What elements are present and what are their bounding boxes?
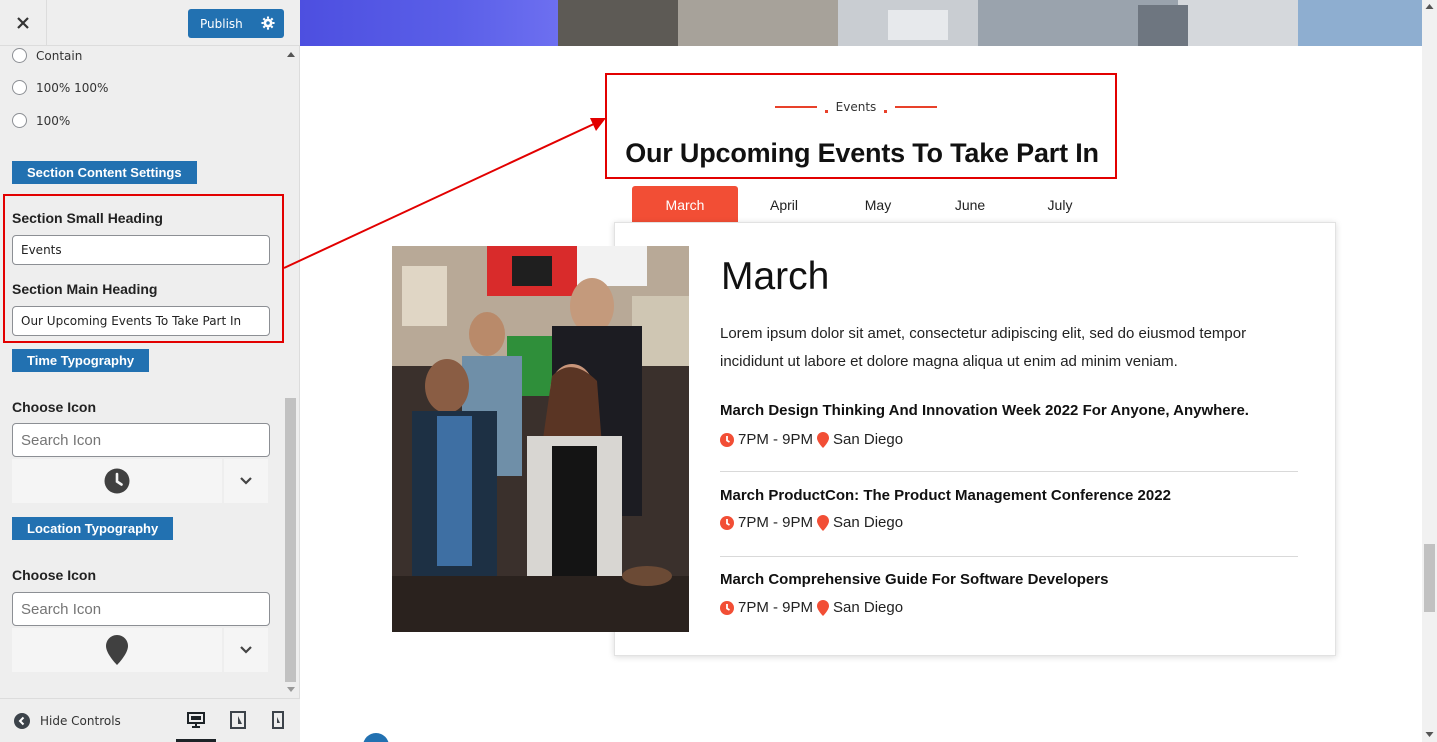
radio-button[interactable] [12,80,27,95]
close-icon [17,17,29,29]
publish-button[interactable]: Publish [188,9,284,38]
map-marker-icon [817,514,830,531]
choose-icon-label: Choose Icon [12,567,97,583]
annotation-highlight-box [3,194,284,343]
event-time: 7PM - 9PM [738,431,814,448]
event-meta: 7PM - 9PM San Diego [720,514,903,531]
event-divider [720,556,1298,557]
time-icon-preview [12,459,222,503]
event-location: San Diego [833,514,904,531]
chevron-down-icon [240,646,252,654]
heading-decor-dot [824,109,828,113]
scroll-down-arrow[interactable] [286,686,296,694]
tab-july[interactable]: July [1020,186,1100,223]
radio-button[interactable] [12,113,27,128]
tab-june[interactable]: June [930,186,1010,223]
heading-decor-dot [884,109,888,113]
choose-icon-label: Choose Icon [12,399,97,415]
event-title[interactable]: March Design Thinking And Innovation Wee… [720,402,1249,419]
clock-icon [720,600,734,615]
time-icon-search-input[interactable] [12,423,270,457]
page-scrollbar-thumb[interactable] [1424,544,1435,612]
radio-100[interactable]: 100% [12,113,70,128]
tab-march[interactable]: March [632,186,738,223]
tab-may[interactable]: May [838,186,918,223]
desktop-icon[interactable] [187,711,205,729]
small-heading-text: Events [835,100,877,114]
radio-button[interactable] [12,48,27,63]
tab-april[interactable]: April [744,186,824,223]
arrow-left-circle-icon [14,713,30,729]
scroll-up-arrow[interactable] [1425,3,1434,10]
chevron-down-icon [240,477,252,485]
gear-icon[interactable] [261,16,275,30]
tablet-icon[interactable] [229,711,247,729]
scroll-to-top-button[interactable] [363,733,389,742]
map-marker-icon [106,635,128,665]
hide-controls-button[interactable]: Hide Controls [14,713,121,729]
radio-contain[interactable]: Contain [12,48,82,63]
event-divider [720,471,1298,472]
sidebar-scrollbar[interactable] [285,398,296,682]
month-description: Lorem ipsum dolor sit amet, consectetur … [720,325,1247,370]
scroll-up-arrow[interactable] [286,50,296,58]
clock-icon [104,468,130,494]
month-title: March [721,255,830,298]
event-time: 7PM - 9PM [738,599,814,616]
page-scrollbar[interactable] [1422,0,1437,742]
hero-image [558,0,1422,46]
sidebar-footer: Hide Controls [0,698,300,742]
radio-label: 100% [36,113,71,128]
event-time: 7PM - 9PM [738,514,814,531]
event-location: San Diego [833,431,904,448]
sidebar-controls: Contain 100% 100% 100% Section Content S… [0,46,300,698]
hero-banner [300,0,558,46]
section-content-settings-button[interactable]: Section Content Settings [12,161,197,184]
site-preview: Events Our Upcoming Events To Take Part … [300,0,1422,742]
event-meta: 7PM - 9PM San Diego [720,599,903,616]
sidebar-header: Publish [0,0,300,46]
event-title[interactable]: March Comprehensive Guide For Software D… [720,571,1108,588]
event-photo [392,246,689,632]
location-icon-preview [12,628,222,672]
section-main-heading: Our Upcoming Events To Take Part In [625,138,1099,168]
map-marker-icon [817,431,830,448]
close-button[interactable] [0,0,47,46]
radio-label: 100% 100% [36,80,109,95]
time-icon-dropdown-toggle[interactable] [224,459,268,503]
customizer-sidebar: Publish Contain 100% 100% 100% Section C… [0,0,300,742]
mobile-icon[interactable] [269,711,287,729]
publish-label: Publish [200,16,243,31]
scroll-down-arrow[interactable] [1425,731,1434,738]
radio-100-100[interactable]: 100% 100% [12,80,108,95]
location-icon-dropdown-toggle[interactable] [224,628,268,672]
heading-decor-line [774,106,817,108]
clock-icon [720,515,734,530]
time-typography-button[interactable]: Time Typography [12,349,150,372]
location-typography-button[interactable]: Location Typography [12,517,174,540]
event-location: San Diego [833,599,904,616]
radio-label: Contain [36,48,83,63]
section-small-heading: Events [756,100,956,114]
hide-controls-label: Hide Controls [40,714,121,728]
location-icon-search-input[interactable] [12,592,270,626]
map-marker-icon [817,599,830,616]
clock-icon [720,432,734,447]
event-meta: 7PM - 9PM San Diego [720,431,903,448]
event-title[interactable]: March ProductCon: The Product Management… [720,487,1171,504]
heading-decor-line [895,106,938,108]
